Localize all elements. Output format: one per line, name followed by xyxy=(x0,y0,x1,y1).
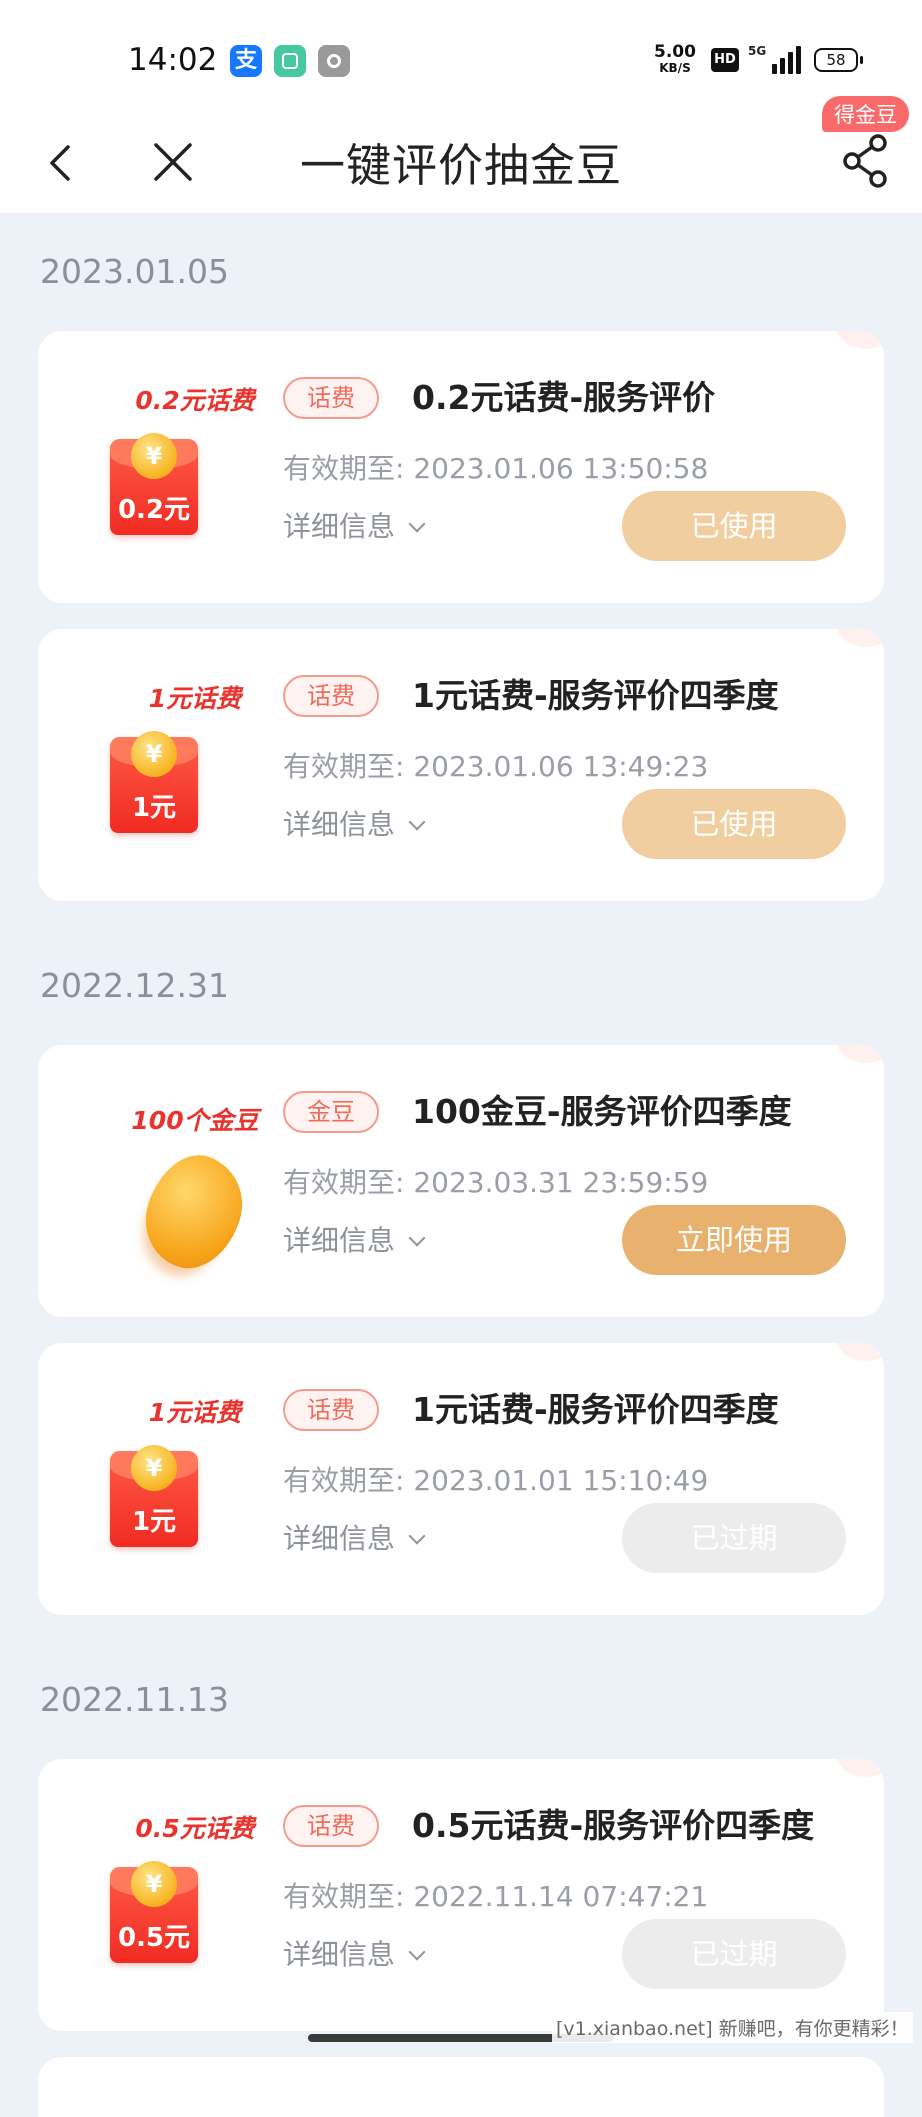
reward-card[interactable]: 0.5元话费 ¥ 0.5元 话费 0.5元话费-服务评价四季度 有效期至: 20… xyxy=(38,1759,884,2031)
envelope-value: 1元 xyxy=(131,793,177,823)
net-speed-value: 5.00 xyxy=(654,42,696,62)
reward-action-button[interactable]: 立即使用 xyxy=(622,1205,846,1275)
red-envelope-icon: ¥ 0.2元 xyxy=(110,433,198,535)
settings-notification-icon xyxy=(318,45,350,77)
net-speed-unit: KB/S xyxy=(659,61,691,75)
coin-icon: ¥ xyxy=(131,731,177,777)
category-tag: 话费 xyxy=(283,1389,379,1431)
expiry-label: 有效期至: xyxy=(283,750,405,783)
reward-card[interactable]: 100个金豆 金豆 100金豆-服务评价四季度 有效期至: 2023.03.31… xyxy=(38,1045,884,1317)
chevron-down-icon xyxy=(408,813,426,831)
details-toggle[interactable]: 详细信息 xyxy=(283,1933,426,1973)
category-tag: 话费 xyxy=(283,377,379,419)
reward-card[interactable] xyxy=(38,2057,884,2117)
reward-action-button: 已过期 xyxy=(622,1503,846,1573)
battery-icon: 58 xyxy=(814,48,863,72)
category-tag: 话费 xyxy=(283,675,379,717)
details-label: 详细信息 xyxy=(283,510,396,543)
date-header: 2022.11.13 xyxy=(40,1680,229,1719)
envelope-value: 1元 xyxy=(131,1507,177,1537)
details-toggle[interactable]: 详细信息 xyxy=(283,1517,426,1557)
nav-bar: 一键评价抽金豆 xyxy=(0,115,922,213)
share-icon[interactable] xyxy=(838,129,894,189)
red-envelope-icon: ¥ 1元 xyxy=(110,1445,198,1547)
envelope-value: 0.2元 xyxy=(117,495,191,525)
status-bar: 14:02 支 5.00 KB/S HD 5G 58 xyxy=(0,0,922,115)
network-type: 5G xyxy=(748,44,767,58)
watermark: [v1.xianbao.net] 新赚吧，有你更精彩！ xyxy=(552,2012,913,2043)
expiry-value: 2022.11.14 07:47:21 xyxy=(413,1880,709,1913)
expiry-value: 2023.01.06 13:49:23 xyxy=(413,750,709,783)
coin-icon: ¥ xyxy=(131,1861,177,1907)
net-speed: 5.00 KB/S xyxy=(654,44,696,76)
date-header: 2022.12.31 xyxy=(40,966,229,1005)
reward-title: 1元话费-服务评价四季度 xyxy=(412,676,779,715)
reward-card[interactable]: 1元话费 ¥ 1元 话费 1元话费-服务评价四季度 有效期至: 2023.01.… xyxy=(38,629,884,901)
category-tag: 金豆 xyxy=(283,1091,379,1133)
chevron-down-icon xyxy=(408,1943,426,1961)
app-notification-icon xyxy=(274,45,306,77)
reward-list: 2023.01.05 0.2元话费 ¥ 0.2元 话费 0.2元话费-服务评价 … xyxy=(0,213,922,2117)
expiry-row: 有效期至: 2023.01.06 13:50:58 xyxy=(283,447,708,487)
reward-title: 1元话费-服务评价四季度 xyxy=(412,1390,779,1429)
red-envelope-icon: ¥ 1元 xyxy=(110,731,198,833)
details-toggle[interactable]: 详细信息 xyxy=(283,505,426,545)
expiry-row: 有效期至: 2023.03.31 23:59:59 xyxy=(283,1161,708,1201)
gold-bean-icon xyxy=(132,1143,256,1281)
reward-title: 0.5元话费-服务评价四季度 xyxy=(412,1806,815,1845)
chevron-down-icon xyxy=(408,1527,426,1545)
hd-icon: HD xyxy=(711,48,739,72)
details-label: 详细信息 xyxy=(283,808,396,841)
expiry-label: 有效期至: xyxy=(283,452,405,485)
category-tag: 话费 xyxy=(283,1805,379,1847)
expiry-row: 有效期至: 2023.01.06 13:49:23 xyxy=(283,745,708,785)
details-label: 详细信息 xyxy=(283,1224,396,1257)
details-toggle[interactable]: 详细信息 xyxy=(283,1219,426,1259)
expiry-label: 有效期至: xyxy=(283,1464,405,1497)
reward-action-button: 已使用 xyxy=(622,491,846,561)
expiry-row: 有效期至: 2023.01.01 15:10:49 xyxy=(283,1459,708,1499)
chevron-down-icon xyxy=(408,515,426,533)
expiry-label: 有效期至: xyxy=(283,1166,405,1199)
chevron-down-icon xyxy=(408,1229,426,1247)
details-toggle[interactable]: 详细信息 xyxy=(283,803,426,843)
envelope-value: 0.5元 xyxy=(117,1923,191,1953)
reward-action-button: 已使用 xyxy=(622,789,846,859)
page-title: 一键评价抽金豆 xyxy=(299,139,622,192)
expiry-value: 2023.01.06 13:50:58 xyxy=(413,452,709,485)
date-header: 2023.01.05 xyxy=(40,252,229,291)
share-badge[interactable]: 得金豆 xyxy=(822,96,909,132)
alipay-icon: 支 xyxy=(230,45,262,77)
reward-card[interactable]: 1元话费 ¥ 1元 话费 1元话费-服务评价四季度 有效期至: 2023.01.… xyxy=(38,1343,884,1615)
expiry-value: 2023.03.31 23:59:59 xyxy=(413,1166,709,1199)
signal-icon: 5G xyxy=(748,44,801,76)
red-envelope-icon: ¥ 0.5元 xyxy=(110,1861,198,1963)
reward-title: 0.2元话费-服务评价 xyxy=(412,378,716,417)
status-time: 14:02 xyxy=(128,42,218,78)
details-label: 详细信息 xyxy=(283,1938,396,1971)
expiry-row: 有效期至: 2022.11.14 07:47:21 xyxy=(283,1875,708,1915)
details-label: 详细信息 xyxy=(283,1522,396,1555)
reward-action-button: 已过期 xyxy=(622,1919,846,1989)
expiry-value: 2023.01.01 15:10:49 xyxy=(413,1464,709,1497)
reward-card[interactable]: 0.2元话费 ¥ 0.2元 话费 0.2元话费-服务评价 有效期至: 2023.… xyxy=(38,331,884,603)
coin-icon: ¥ xyxy=(131,433,177,479)
expiry-label: 有效期至: xyxy=(283,1880,405,1913)
coin-icon: ¥ xyxy=(131,1445,177,1491)
reward-title: 100金豆-服务评价四季度 xyxy=(412,1092,792,1131)
